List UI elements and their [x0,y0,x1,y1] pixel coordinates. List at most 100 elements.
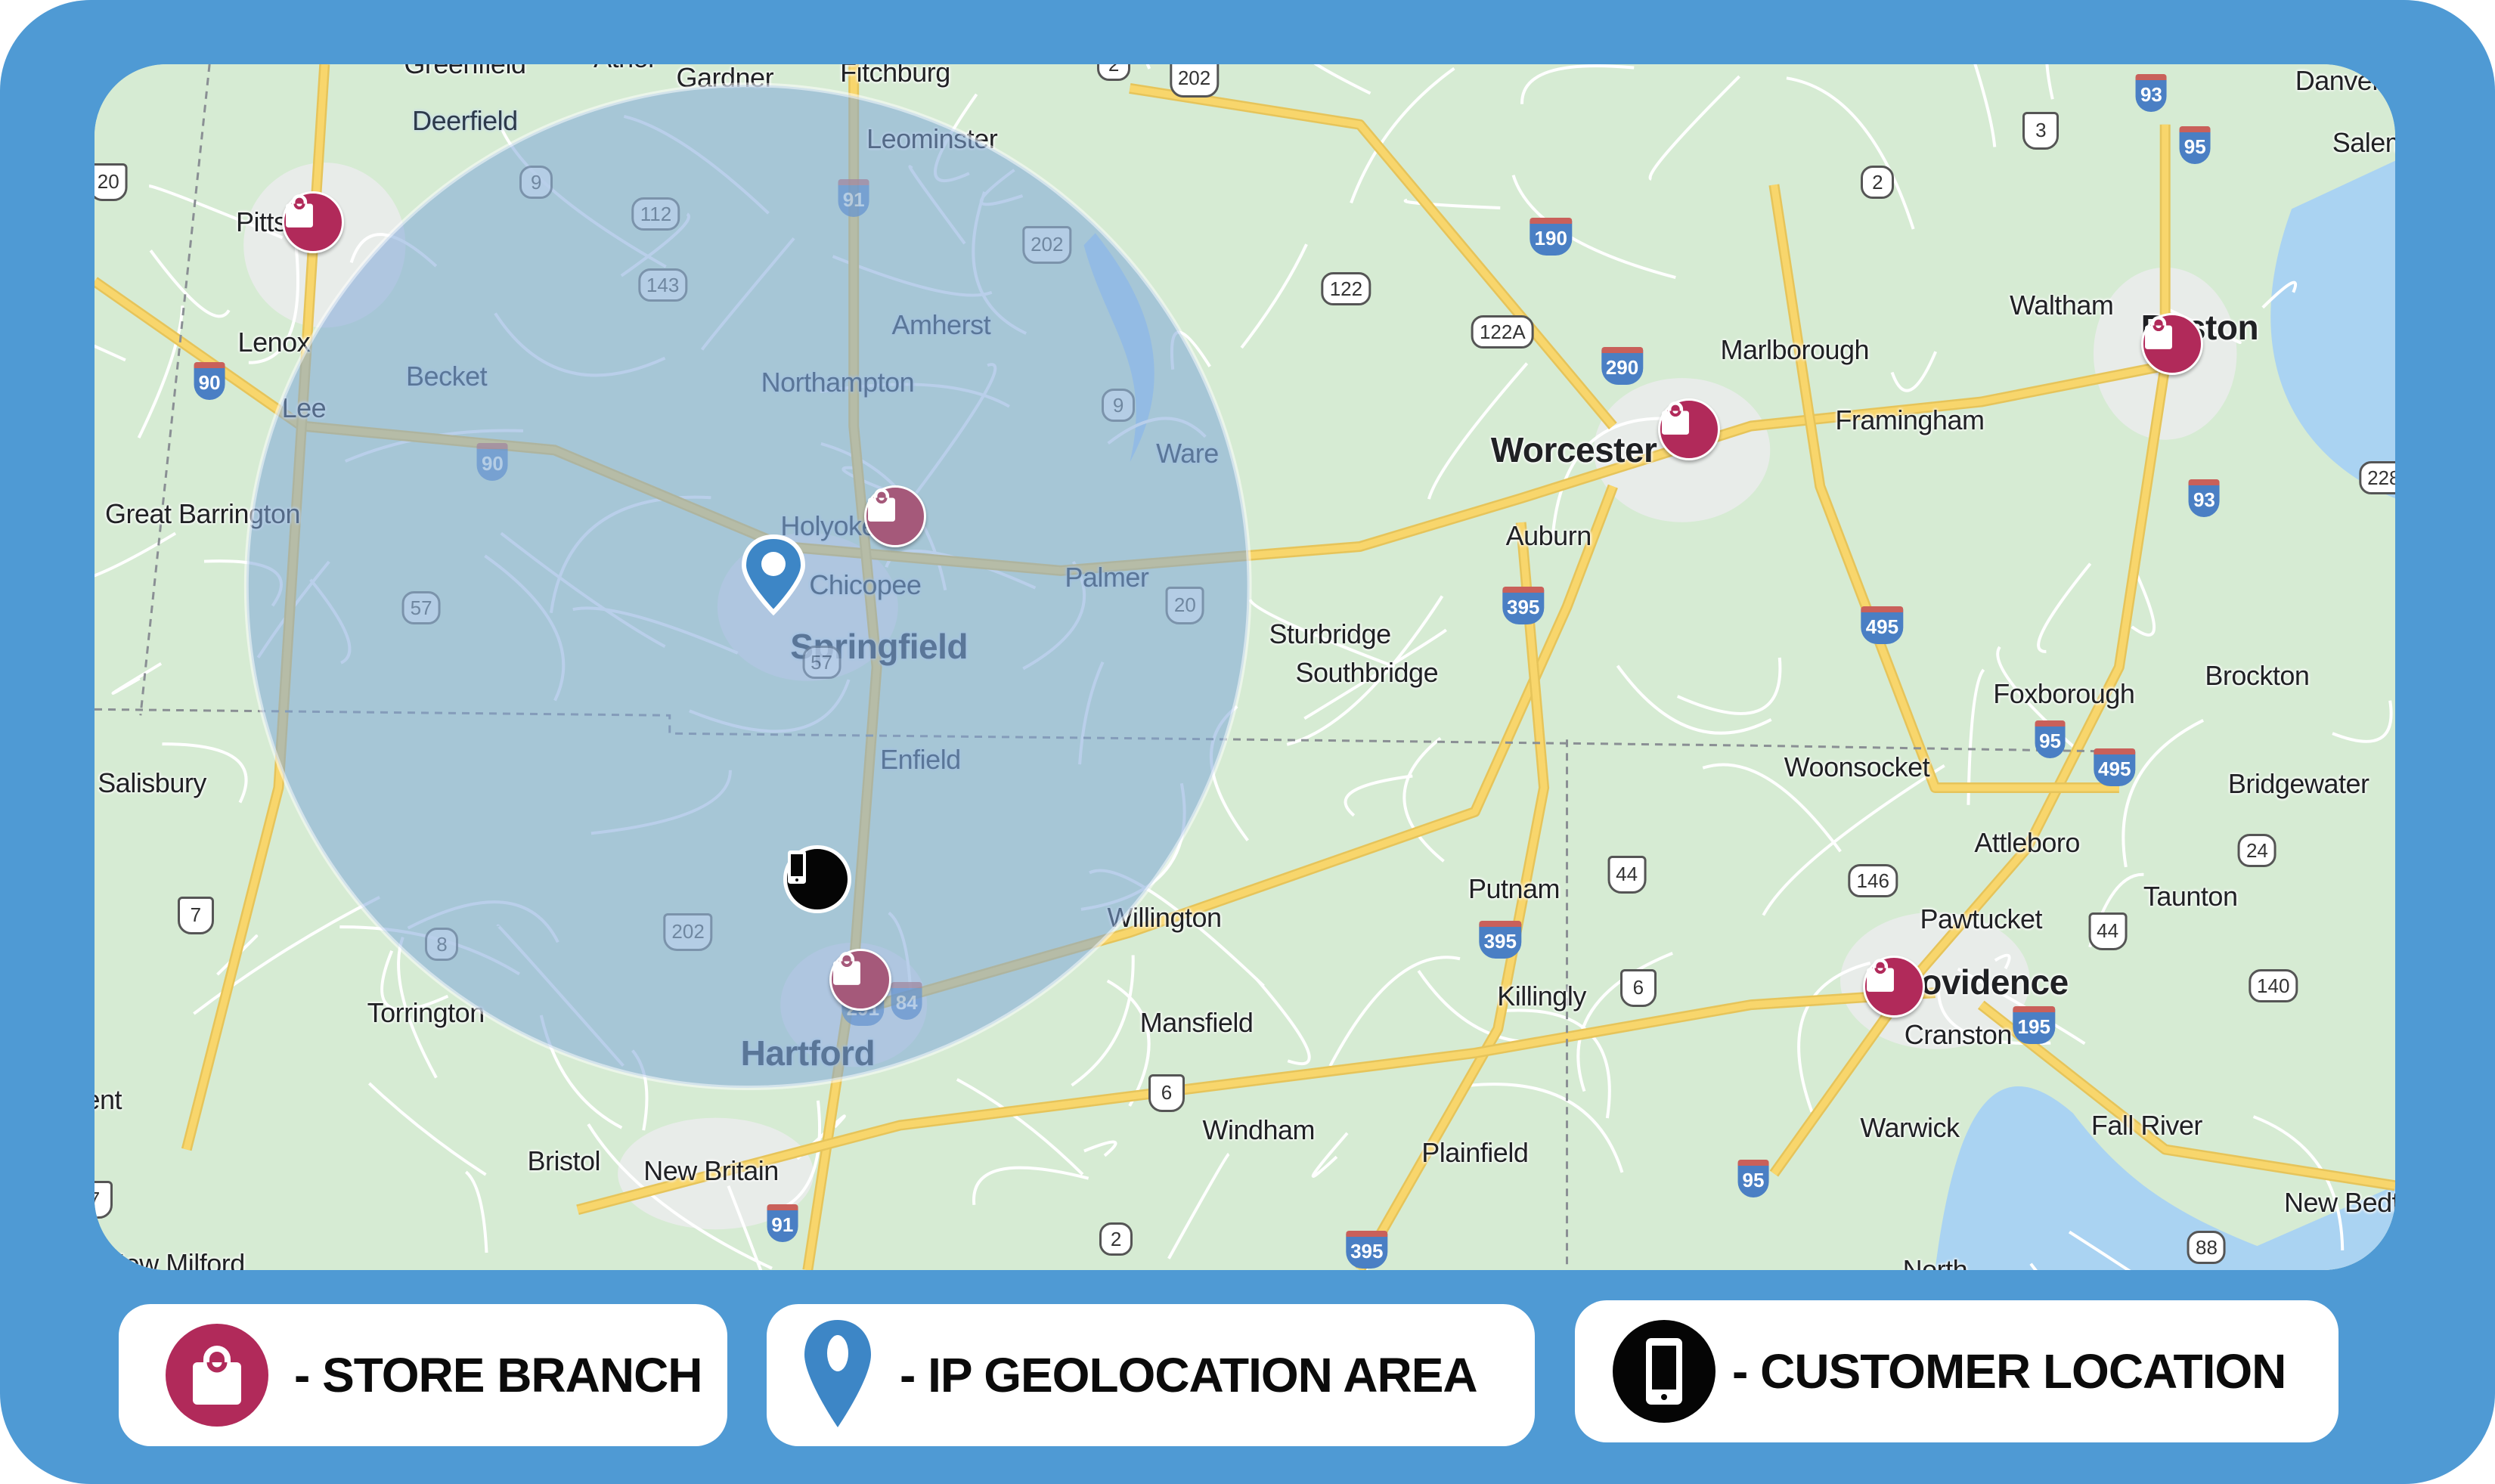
place-label: Salisbury [98,767,206,798]
smartphone-icon [787,850,806,885]
us-route-shield: 202 [1169,64,1220,98]
interstate-shield: 95 [2035,720,2066,759]
place-label: Auburn [1505,519,1592,551]
place-label: Woonsocket [1784,751,1930,782]
place-label: Hartford [740,1033,876,1073]
state-route-shield: 122 [1321,271,1371,305]
state-route-shield: 122A [1471,315,1534,349]
interstate-shield: 93 [2135,74,2167,113]
state-route-shield: 228 [2359,461,2395,495]
interstate-shield: 195 [2013,1006,2055,1045]
place-label: Killingly [1497,980,1586,1012]
interstate-shield: 395 [1479,920,1521,959]
place-label: Greenfield [404,64,526,80]
place-label: Torrington [367,997,485,1029]
place-label: Lee [281,392,327,423]
place-label: Framingham [1835,404,1985,435]
place-label: Northampton [761,367,915,398]
interstate-shield: 95 [1737,1159,1769,1197]
place-label: Gardner [676,64,774,93]
interstate-shield: 91 [767,1204,798,1242]
shopping-bag-icon [2144,316,2172,349]
place-label: Marlborough [1720,334,1870,365]
map-pin-icon [742,534,806,616]
store-branch-marker[interactable] [1657,398,1720,461]
customer-location-marker[interactable] [783,845,851,914]
us-route-shield: 20 [1165,587,1204,625]
place-label: Palmer [1065,562,1149,593]
state-route-shield: 140 [2249,968,2298,1002]
us-route-shield: 7 [177,897,214,935]
outer-frame: Greenfield Deerfield Athol Gardner Fitchburg… [0,0,2495,1484]
us-route-shield: 6 [1619,968,1657,1007]
place-label: Kent [95,1084,122,1116]
place-label: Windham [1202,1114,1316,1145]
state-route-shield: 146 [1848,863,1898,897]
map-view[interactable]: Greenfield Deerfield Athol Gardner Fitchburg… [95,64,2395,1270]
place-label: Great Barrington [104,497,301,529]
place-label: Brockton [2205,659,2310,691]
store-branch-marker[interactable] [282,191,345,253]
interstate-shield: 91 [838,179,869,218]
us-route-shield: 6 [1148,1073,1186,1112]
shopping-bag-icon [286,194,314,228]
store-branch-marker[interactable] [863,485,926,548]
place-label: North [1902,1254,1968,1270]
legend-store-branch: - STORE BRANCH [119,1304,727,1446]
place-label: New Bedford [2284,1186,2395,1218]
state-route-shield: 88 [2187,1230,2226,1264]
place-label: New Britain [643,1155,779,1187]
place-label: Athol [594,64,654,74]
state-route-shield: 57 [802,646,841,680]
state-route-shield: 112 [631,197,680,231]
us-route-shield: 44 [2088,912,2128,950]
legend-customer-location-label: - CUSTOMER LOCATION [1732,1344,2286,1399]
interstate-shield: 290 [1601,346,1644,385]
state-route-shield: 9 [519,166,553,200]
place-label: Leominster [866,122,998,154]
interstate-shield: 495 [1861,606,1904,644]
interstate-shield: 495 [2094,748,2136,786]
smartphone-icon [1613,1320,1716,1423]
state-route-shield: 9 [1102,389,1136,423]
place-label: Warwick [1860,1111,1960,1143]
us-route-shield: 202 [663,913,713,952]
place-label: Plainfield [1421,1137,1529,1169]
interstate-shield: 90 [194,362,225,401]
shopping-bag-icon [1866,959,1894,993]
us-route-shield: 20 [95,163,128,202]
us-route-shield: 202 [1022,226,1072,265]
us-route-shield: 3 [2022,111,2060,150]
place-label: Foxborough [1993,677,2135,709]
map-pin-icon [801,1317,874,1434]
interstate-shield: 190 [1530,218,1572,256]
place-label: Amherst [891,308,991,340]
place-label: Mansfield [1139,1007,1254,1039]
state-route-shield: 24 [2237,833,2276,867]
place-label: Waltham [2010,290,2114,321]
store-branch-marker[interactable] [2140,313,2203,376]
shopping-bag-icon [1661,401,1689,435]
place-label: Bristol [527,1145,601,1177]
place-label: Southbridge [1295,657,1439,689]
legend-customer-location: - CUSTOMER LOCATION [1575,1300,2338,1442]
store-branch-marker[interactable] [1862,956,1925,1018]
place-label: Attleboro [1974,827,2080,859]
place-label: Deerfield [412,104,518,136]
store-branch-marker[interactable] [829,948,892,1011]
shopping-bag-icon [868,488,895,522]
place-label: Cranston [1904,1018,2013,1050]
place-label: Bridgewater [2227,768,2369,800]
place-label: Taunton [2143,880,2238,912]
state-route-shield: 2 [1097,64,1131,81]
place-label: Pawtucket [1920,903,2043,934]
place-label: Willington [1107,902,1222,934]
interstate-shield: 90 [476,443,508,482]
legend-store-branch-label: - STORE BRANCH [294,1348,702,1402]
interstate-shield: 95 [2179,125,2211,164]
place-label: Lenox [237,327,311,358]
interstate-shield: 395 [1346,1230,1388,1269]
place-label: Chicopee [809,569,922,601]
place-label: Fall River [2091,1109,2203,1141]
place-label: New Milford [105,1248,245,1270]
